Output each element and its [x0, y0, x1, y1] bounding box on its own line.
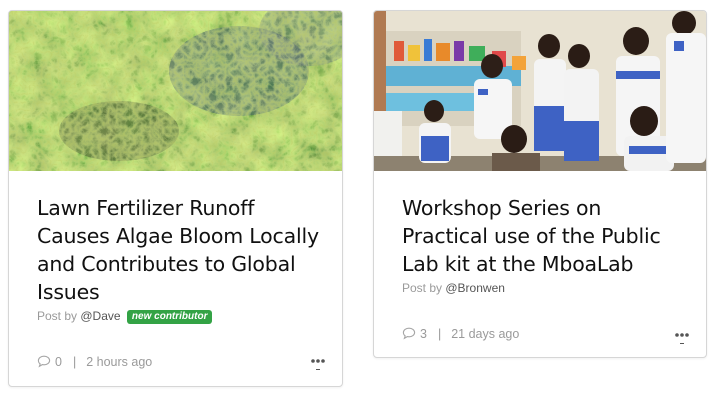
post-time: 21 days ago — [451, 327, 520, 341]
more-options-button[interactable] — [310, 357, 326, 373]
classroom-children-image — [374, 11, 706, 171]
author-link[interactable]: @Bronwen — [445, 281, 505, 295]
post-time: 2 hours ago — [86, 355, 153, 369]
new-contributor-badge: new contributor — [126, 310, 213, 324]
byline: Post by @Dave new contributor — [37, 309, 213, 324]
comment-icon[interactable] — [402, 327, 416, 343]
card-image[interactable] — [9, 11, 342, 171]
byline: Post by @Bronwen — [402, 281, 505, 295]
ellipsis-icon — [675, 333, 689, 344]
note-card[interactable]: Lawn Fertilizer Runoff Causes Algae Bloo… — [8, 10, 343, 387]
comment-count[interactable]: 0 — [55, 355, 62, 369]
post-by-label: Post by — [37, 309, 78, 323]
card-meta: 0 | 2 hours ago — [37, 355, 152, 371]
card-title-link[interactable]: Lawn Fertilizer Runoff Causes Algae Bloo… — [37, 196, 319, 304]
card-meta: 3 | 21 days ago — [402, 327, 519, 343]
comment-icon[interactable] — [37, 355, 51, 371]
card-title[interactable]: Lawn Fertilizer Runoff Causes Algae Bloo… — [37, 194, 327, 306]
post-by-label: Post by — [402, 281, 443, 295]
author-link[interactable]: @Dave — [80, 309, 120, 323]
card-title-link[interactable]: Workshop Series on Practical use of the … — [402, 196, 661, 276]
aerial-vegetation-image — [9, 11, 342, 171]
ellipsis-icon — [311, 359, 325, 370]
comment-count[interactable]: 3 — [420, 327, 427, 341]
card-title[interactable]: Workshop Series on Practical use of the … — [402, 194, 692, 278]
more-options-button[interactable] — [674, 331, 690, 347]
card-image[interactable] — [374, 11, 706, 171]
meta-separator: | — [72, 355, 77, 369]
meta-separator: | — [437, 327, 442, 341]
note-card[interactable]: Workshop Series on Practical use of the … — [373, 10, 707, 358]
